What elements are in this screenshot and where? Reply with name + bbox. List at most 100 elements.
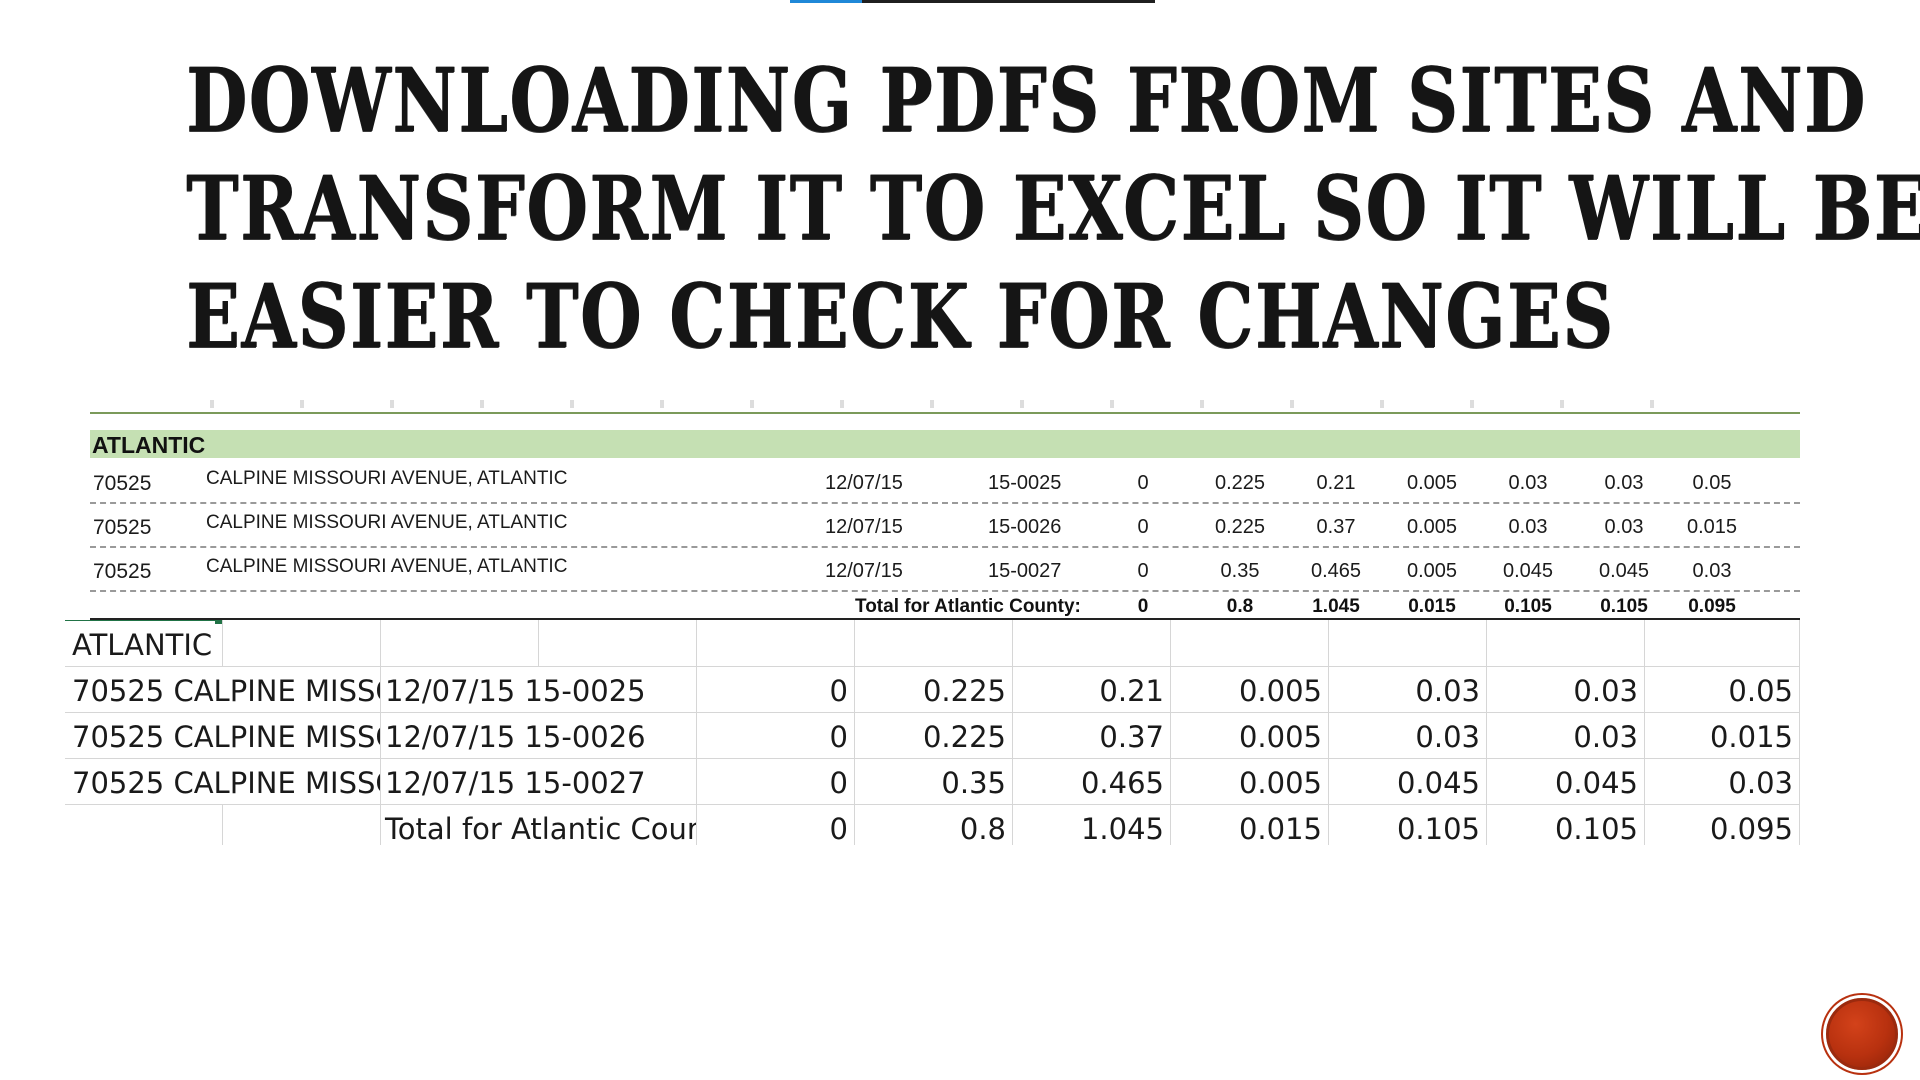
pdf-table-screenshot: ATLANTIC 70525 CALPINE MISSOURI AVENUE, … xyxy=(90,400,1800,620)
pdf-permit-id: 15-0025 xyxy=(988,472,1062,494)
pdf-value: 0 xyxy=(1137,472,1149,494)
excel-cell-value: 0.03 xyxy=(1645,758,1800,804)
excel-cell xyxy=(65,804,223,845)
excel-total-value: 0.015 xyxy=(1171,804,1329,845)
pdf-total-label: Total for Atlantic County: xyxy=(855,596,1081,617)
pdf-value: 0.015 xyxy=(1686,516,1738,538)
pdf-date: 12/07/15 xyxy=(825,516,903,538)
excel-total-row: Total for Atlantic County: 0 0.8 1.045 0… xyxy=(65,804,1800,845)
excel-sheet-screenshot: ATLANTIC 70525 CALPINE MISSOURI AVENUE, … xyxy=(65,620,1800,845)
excel-row: ATLANTIC xyxy=(65,620,1800,667)
excel-cell-value: 0.37 xyxy=(1013,712,1171,758)
pdf-value: 0.03 xyxy=(1604,516,1644,538)
excel-total-value: 0.095 xyxy=(1645,804,1800,845)
excel-row: 70525 CALPINE MISSOURI AVENUE, ATLANTIC … xyxy=(65,666,1800,713)
excel-cell xyxy=(1013,620,1171,666)
pdf-total-value: 0.105 xyxy=(1504,596,1552,617)
pdf-value: 0.045 xyxy=(1598,560,1650,582)
excel-row: 70525 CALPINE MISSOURI AVENUE, ATLANTIC … xyxy=(65,758,1800,805)
pdf-value: 0.465 xyxy=(1310,560,1362,582)
pdf-code: 70525 xyxy=(93,472,152,495)
excel-cell xyxy=(1645,620,1800,666)
excel-cell-value: 0.03 xyxy=(1329,712,1487,758)
pdf-permit-id: 15-0026 xyxy=(988,516,1062,538)
excel-cell-facility: 70525 CALPINE MISSOURI AVENUE, ATLANTIC xyxy=(65,712,381,758)
excel-total-value: 0.8 xyxy=(855,804,1013,845)
excel-cell-value: 0.03 xyxy=(1487,712,1645,758)
excel-cell xyxy=(223,620,381,666)
pdf-value: 0.03 xyxy=(1508,472,1548,494)
pdf-facility-name: CALPINE MISSOURI AVENUE, ATLANTIC xyxy=(206,512,568,533)
excel-cell-date-id: 12/07/15 15-0026 xyxy=(381,712,697,758)
title-line-3: EASIER TO CHECK FOR CHANGES xyxy=(186,264,1615,368)
next-slide-button[interactable] xyxy=(1826,998,1898,1070)
excel-cell xyxy=(1487,620,1645,666)
title-line-2: TRANSFORM IT TO EXCEL SO IT WILL BE xyxy=(186,156,1920,260)
pdf-value: 0 xyxy=(1137,560,1149,582)
pdf-value: 0.225 xyxy=(1214,472,1266,494)
excel-cell xyxy=(855,620,1013,666)
excel-cell-value: 0 xyxy=(697,758,855,804)
pdf-value: 0.03 xyxy=(1508,516,1548,538)
pdf-total-value: 0.105 xyxy=(1600,596,1648,617)
excel-total-value: 0.105 xyxy=(1487,804,1645,845)
excel-cell-value: 0.35 xyxy=(855,758,1013,804)
pdf-total-row: Total for Atlantic County: 0 0.8 1.045 0… xyxy=(90,590,1800,620)
top-accent-bar xyxy=(790,0,1155,3)
excel-cell-value: 0.03 xyxy=(1487,666,1645,712)
pdf-top-rule xyxy=(90,412,1800,414)
excel-cell-facility: 70525 CALPINE MISSOURI AVENUE, ATLANTIC xyxy=(65,666,381,712)
excel-total-value: 0.105 xyxy=(1329,804,1487,845)
excel-cell-value: 0.05 xyxy=(1645,666,1800,712)
excel-cell-value: 0.015 xyxy=(1645,712,1800,758)
pdf-county-heading: ATLANTIC xyxy=(90,430,1800,458)
excel-cell xyxy=(381,620,539,666)
pdf-total-value: 0 xyxy=(1137,596,1149,617)
pdf-cropped-header xyxy=(210,400,1660,408)
pdf-facility-name: CALPINE MISSOURI AVENUE, ATLANTIC xyxy=(206,556,568,577)
excel-cell: ATLANTIC xyxy=(65,620,223,666)
pdf-facility-name: CALPINE MISSOURI AVENUE, ATLANTIC xyxy=(206,468,568,489)
pdf-date: 12/07/15 xyxy=(825,560,903,582)
pdf-value: 0.005 xyxy=(1406,560,1458,582)
pdf-value: 0.005 xyxy=(1406,516,1458,538)
pdf-date: 12/07/15 xyxy=(825,472,903,494)
excel-cell-value: 0.005 xyxy=(1171,666,1329,712)
excel-cell-value: 0 xyxy=(697,666,855,712)
excel-cell-date-id: 12/07/15 15-0025 xyxy=(381,666,697,712)
excel-row: 70525 CALPINE MISSOURI AVENUE, ATLANTIC … xyxy=(65,712,1800,759)
pdf-code: 70525 xyxy=(93,560,152,583)
excel-cell xyxy=(1171,620,1329,666)
pdf-value: 0.21 xyxy=(1316,472,1356,494)
excel-cell-value: 0.005 xyxy=(1171,712,1329,758)
pdf-value: 0 xyxy=(1137,516,1149,538)
excel-cell xyxy=(1329,620,1487,666)
pdf-total-value: 0.095 xyxy=(1688,596,1736,617)
pdf-value: 0.045 xyxy=(1502,560,1554,582)
excel-cell-value: 0 xyxy=(697,712,855,758)
pdf-value: 0.005 xyxy=(1406,472,1458,494)
excel-cell-value: 0.045 xyxy=(1487,758,1645,804)
excel-cell-value: 0.465 xyxy=(1013,758,1171,804)
excel-total-value: 1.045 xyxy=(1013,804,1171,845)
excel-cell-value: 0.03 xyxy=(1329,666,1487,712)
excel-cell-date-id: 12/07/15 15-0027 xyxy=(381,758,697,804)
slide-title: DOWNLOADING PDFS FROM SITES AND TRANSFOR… xyxy=(186,46,1920,370)
pdf-total-value: 1.045 xyxy=(1312,596,1360,617)
pdf-value: 0.37 xyxy=(1316,516,1356,538)
top-accent-highlight xyxy=(790,0,862,3)
title-line-1: DOWNLOADING PDFS FROM SITES AND xyxy=(186,48,1867,152)
pdf-total-value: 0.015 xyxy=(1408,596,1456,617)
excel-total-value: 0 xyxy=(697,804,855,845)
excel-cell xyxy=(697,620,855,666)
excel-cell-facility: 70525 CALPINE MISSOURI AVENUE, ATLANTIC xyxy=(65,758,381,804)
excel-cell-value: 0.045 xyxy=(1329,758,1487,804)
pdf-value: 0.03 xyxy=(1604,472,1644,494)
pdf-row: 70525 CALPINE MISSOURI AVENUE, ATLANTIC … xyxy=(90,546,1800,592)
pdf-row: 70525 CALPINE MISSOURI AVENUE, ATLANTIC … xyxy=(90,458,1800,504)
excel-total-label: Total for Atlantic County: xyxy=(381,804,697,845)
excel-cell xyxy=(539,620,697,666)
pdf-value: 0.03 xyxy=(1692,560,1732,582)
pdf-row: 70525 CALPINE MISSOURI AVENUE, ATLANTIC … xyxy=(90,502,1800,548)
pdf-permit-id: 15-0027 xyxy=(988,560,1062,582)
